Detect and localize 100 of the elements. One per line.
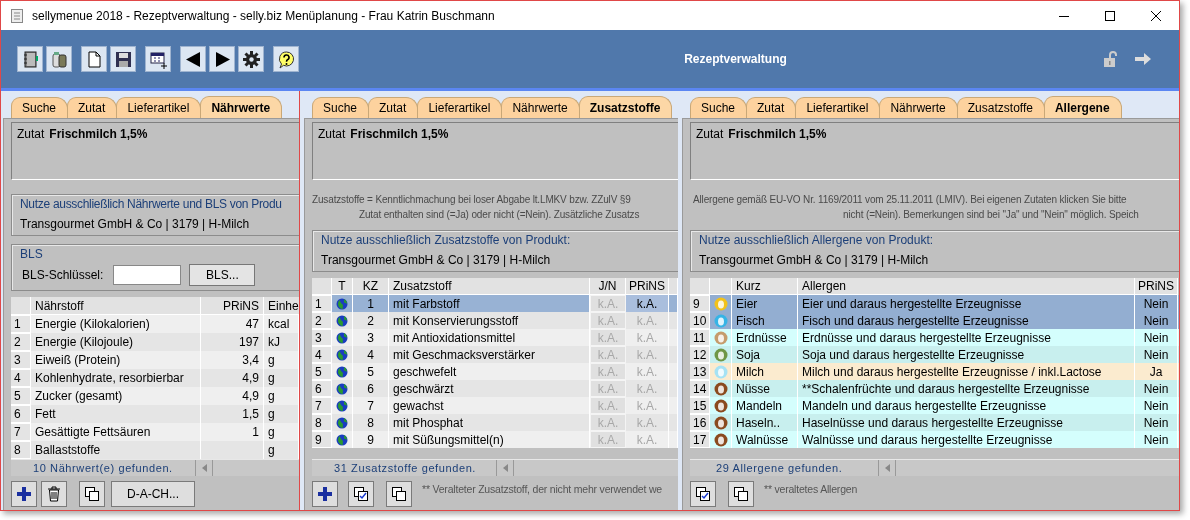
table-row[interactable]: 6 6 geschwärzt k.A. k.A. <box>312 380 678 397</box>
row-number: 9 <box>690 295 710 312</box>
help-button[interactable] <box>273 46 299 72</box>
table-row[interactable]: 9 9 mit Süßungsmittel(n) k.A. k.A. <box>312 431 678 448</box>
table-row[interactable]: 11 Erdnüsse Erdnüsse und daraus hergestellte Erzeugnisse Nein <box>690 329 1179 346</box>
row-number: 1 <box>312 295 332 312</box>
add-button[interactable] <box>11 481 37 507</box>
tab[interactable]: Allergene <box>1043 96 1122 118</box>
tab[interactable]: Lieferartikel <box>795 97 881 118</box>
info-text: Zusatzstoffe = Kenntlichmachung bei loser Abgabe lt.LMKV bzw. ZZulV §9 <box>312 194 632 205</box>
table-row[interactable]: 15 Mandeln Mandeln und daraus hergestellte Erzeugnisse Nein <box>690 397 1179 414</box>
table-row[interactable]: 1 1 mit Farbstoff k.A. k.A. <box>312 295 678 312</box>
add-calendar-button[interactable] <box>145 46 171 72</box>
tab[interactable]: Suche <box>690 97 748 118</box>
dach-button[interactable]: D-A-CH... <box>111 481 195 507</box>
column-header[interactable]: J/N <box>590 278 626 295</box>
table-row[interactable]: 14 Nüsse **Schalenfrüchte und daraus hergestellte Erzeugnisse Nein <box>690 380 1179 397</box>
select-copy-button[interactable] <box>348 481 374 507</box>
table-row[interactable]: 7 7 gewachst k.A. k.A. <box>312 397 678 414</box>
table-row[interactable]: 4 4 mit Geschmacksverstärker k.A. k.A. <box>312 346 678 363</box>
arrow-icon[interactable] <box>1135 53 1151 65</box>
table-row[interactable]: 13 Milch Milch und daraus hergestellte Erzeugnisse / inkl.Lactose Ja <box>690 363 1179 380</box>
copy-button[interactable] <box>728 481 754 507</box>
tab[interactable]: Lieferartikel <box>417 97 503 118</box>
result-count: 10 Nährwert(e) gefunden. <box>11 460 196 476</box>
table-row[interactable]: 12 Soja Soja und daraus hergestellte Erzeugnisse Nein <box>690 346 1179 363</box>
app-icon <box>10 7 24 24</box>
tab[interactable]: Nährwerte <box>879 97 958 118</box>
table-row[interactable]: 3 Eiweiß (Protein) 3,4 g <box>11 351 299 369</box>
select-copy-button[interactable] <box>690 481 716 507</box>
settings-button[interactable] <box>238 46 264 72</box>
column-header[interactable]: Kurz <box>732 278 798 295</box>
tab[interactable]: Zutat <box>746 97 797 118</box>
column-header[interactable]: Zusatzstoff <box>389 278 590 295</box>
tab[interactable]: Zusatzstoffe <box>956 97 1045 118</box>
table-row[interactable]: 7 Gesättigte Fettsäuren 1 g <box>11 423 299 441</box>
tab[interactable]: Nährwerte <box>501 97 580 118</box>
tab[interactable]: Lieferartikel <box>116 97 202 118</box>
bls-button[interactable]: BLS... <box>189 264 256 286</box>
add-button[interactable] <box>312 481 338 507</box>
column-header[interactable]: Allergen <box>798 278 1135 295</box>
column-header[interactable]: PRiNS <box>626 278 669 295</box>
new-document-button[interactable] <box>81 46 107 72</box>
table-row[interactable]: 9 Eier Eier und daraus hergestellte Erzeugnisse Nein <box>690 295 1179 312</box>
table-cell: k.A. <box>590 363 626 380</box>
shakers-button[interactable] <box>46 46 72 72</box>
tab[interactable]: Zusatzstoffe <box>578 96 673 118</box>
result-count: 31 Zusatzstoffe gefunden. <box>312 460 497 476</box>
left-triangle-icon <box>183 49 203 69</box>
table-row[interactable]: 4 Kohlenhydrate, resorbierbar 4,9 g <box>11 369 299 387</box>
tab[interactable]: Zutat <box>67 97 118 118</box>
notebook-button[interactable] <box>17 46 43 72</box>
tab[interactable]: Suche <box>312 97 370 118</box>
ingredient-label: Zutat <box>318 127 346 141</box>
copy-button[interactable] <box>386 481 412 507</box>
info-text: Allergene gemäß EU-VO Nr. 1169/2011 vom 25.11.2011 (LMIV). Bei eigenen Zutaten klicken Sie bitte <box>693 194 1128 205</box>
column-header[interactable]: Einhe <box>264 297 299 315</box>
row-number: 4 <box>312 346 332 363</box>
table-row[interactable]: 2 Energie (Kilojoule) 197 kJ <box>11 333 299 351</box>
row-number: 14 <box>690 380 710 397</box>
column-header[interactable]: PRiNS <box>1135 278 1178 295</box>
tab[interactable]: Zutat <box>368 97 419 118</box>
tab[interactable]: Nährwerte <box>200 96 283 118</box>
lock-icon[interactable] <box>1103 51 1117 67</box>
table-row[interactable]: 5 5 geschwefelt k.A. k.A. <box>312 363 678 380</box>
table-row[interactable]: 10 Fisch Fisch und daraus hergestellte Erzeugnisse Nein <box>690 312 1179 329</box>
copy-icon <box>734 487 748 501</box>
globe-icon <box>336 348 348 361</box>
column-header[interactable]: Nährstoff <box>31 297 201 315</box>
table-row[interactable]: 16 Haseln.. Haselnüsse und daraus hergestellte Erzeugnisse Nein <box>690 414 1179 431</box>
table-row[interactable]: 3 3 mit Antioxidationsmittel k.A. k.A. <box>312 329 678 346</box>
delete-button[interactable] <box>41 481 67 507</box>
column-header[interactable]: T <box>332 278 353 295</box>
table-row[interactable]: 8 8 mit Phosphat k.A. k.A. <box>312 414 678 431</box>
row-number: 3 <box>11 351 31 369</box>
table-cell: Walnüsse <box>732 431 798 448</box>
globe-icon <box>336 331 348 344</box>
next-button[interactable] <box>209 46 235 72</box>
row-number: 7 <box>11 423 31 441</box>
row-number: 5 <box>11 387 31 405</box>
group-legend: Nutze ausschließlich Nährwerte und BLS von Produ <box>20 197 291 211</box>
save-button[interactable] <box>110 46 136 72</box>
input-field[interactable] <box>113 265 182 285</box>
table-row[interactable]: 1 Energie (Kilokalorien) 47 kcal <box>11 315 299 333</box>
column-header[interactable]: KZ <box>353 278 389 295</box>
column-header[interactable]: PRiNS <box>201 297 264 315</box>
copy-button[interactable] <box>79 481 105 507</box>
result-count: 29 Allergene gefunden. <box>690 460 879 476</box>
tab[interactable]: Suche <box>11 97 69 118</box>
header-cell <box>11 297 31 315</box>
row-number: 7 <box>312 397 332 414</box>
check-copy-icon <box>696 487 710 501</box>
table-row[interactable]: 6 Fett 1,5 g <box>11 405 299 423</box>
previous-button[interactable] <box>180 46 206 72</box>
table-row[interactable]: 17 Walnüsse Walnüsse und daraus hergestellte Erzeugnisse Nein <box>690 431 1179 448</box>
table-cell: k.A. <box>590 346 626 363</box>
table-row[interactable]: 5 Zucker (gesamt) 4,9 g <box>11 387 299 405</box>
table-row[interactable]: 8 Ballaststoffe g <box>11 441 299 459</box>
header-cell <box>710 278 732 295</box>
table-row[interactable]: 2 2 mit Konservierungsstoff k.A. k.A. <box>312 312 678 329</box>
